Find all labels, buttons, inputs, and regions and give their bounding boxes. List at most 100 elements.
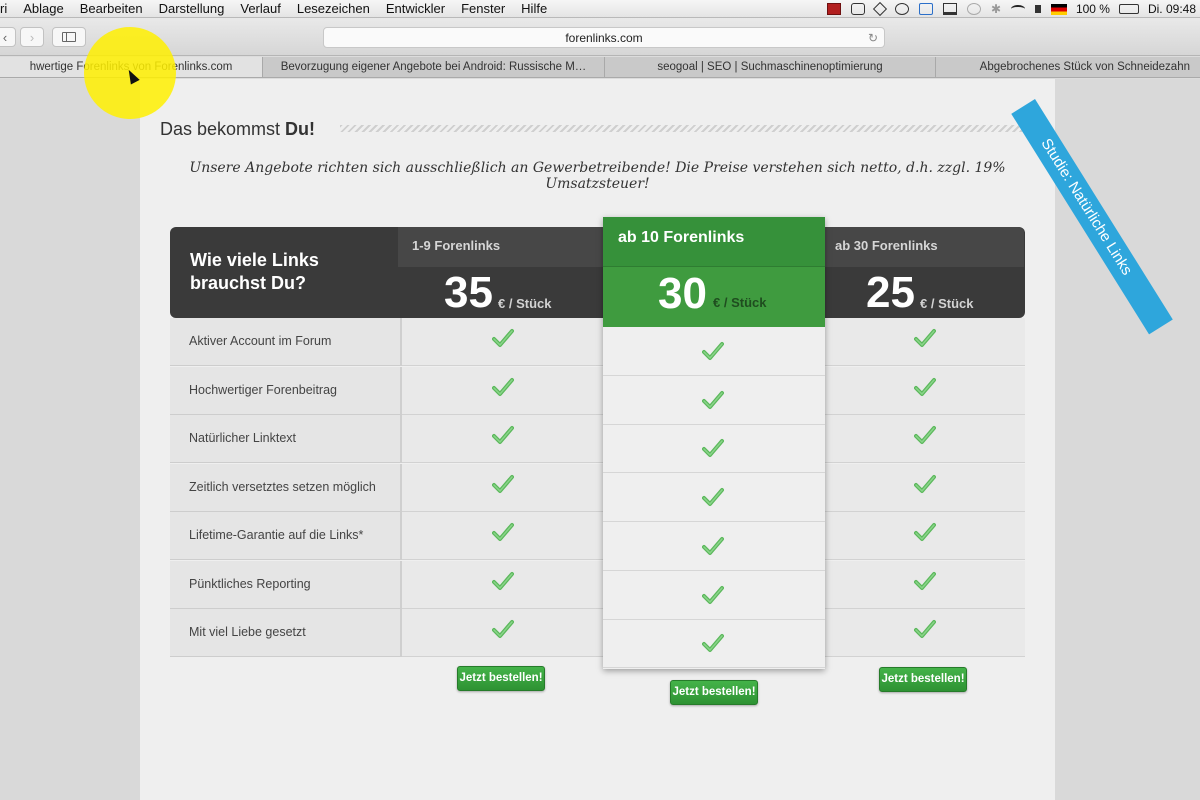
feature-row: Zeitlich versetztes setzen möglich [170, 463, 402, 512]
check-icon [914, 328, 936, 348]
feature-label: Natürlicher Linktext [189, 431, 296, 445]
pricing-question: Wie viele Links brauchst Du? [190, 250, 319, 293]
section-title-prefix: Das bekommst [160, 119, 286, 139]
dropbox-icon[interactable] [872, 1, 888, 17]
feature-row: Hochwertiger Forenbeitrag [170, 366, 402, 415]
feature-row: Natürlicher Linktext [170, 415, 402, 463]
tab-bar: hwertige Forenlinks von Forenlinks.com B… [0, 57, 1200, 78]
chevron-right-icon: › [29, 29, 35, 45]
plan-3-title: ab 30 Forenlinks [835, 238, 938, 253]
tab-android[interactable]: Bevorzugung eigener Angebote bei Android… [263, 57, 605, 77]
feature-label: Zeitlich versetztes setzen möglich [189, 479, 376, 494]
feature-label: Hochwertiger Forenbeitrag [189, 382, 337, 397]
feature-label: Pünktliches Reporting [189, 576, 311, 591]
plan-2-unit: € / Stück [713, 295, 767, 310]
menu-lesezeichen[interactable]: Lesezeichen [289, 0, 378, 18]
plan-2-feature-cell [603, 424, 825, 474]
check-icon [702, 536, 724, 556]
menu-fenster[interactable]: Fenster [453, 0, 513, 18]
check-icon [914, 522, 936, 542]
plan-1-feature-cell [402, 512, 604, 560]
check-icon [914, 619, 936, 639]
plan-2-feature-cell [603, 376, 825, 425]
menu-entwickler[interactable]: Entwickler [378, 0, 453, 18]
menu-verlauf[interactable]: Verlauf [232, 0, 288, 18]
plan-1-unit: € / Stück [498, 296, 552, 311]
plan-1-price: 35 [444, 268, 493, 317]
check-icon [702, 633, 724, 653]
menu-bar: ri Ablage Bearbeiten Darstellung Verlauf… [0, 0, 1200, 18]
check-icon [702, 585, 724, 605]
plan-2-feature-cell [603, 473, 825, 523]
check-icon [702, 390, 724, 410]
reload-icon[interactable]: ↻ [868, 31, 878, 45]
volume-icon[interactable] [1034, 5, 1041, 13]
feature-label: Mit viel Liebe gesetzt [189, 625, 306, 639]
web-page: Das bekommst Du! Unsere Angebote richten… [0, 79, 1200, 800]
sync-icon[interactable] [894, 3, 909, 15]
content-area: Das bekommst Du! Unsere Angebote richten… [140, 79, 1055, 800]
plan-1-feature-cell [402, 560, 604, 609]
menu-app-name[interactable]: ri [0, 0, 15, 18]
address-bar[interactable]: forenlinks.com ↻ [323, 27, 885, 48]
feature-row: Mit viel Liebe gesetzt [170, 609, 402, 657]
plan-2-price: 30 [658, 269, 707, 318]
check-icon [702, 438, 724, 458]
menu-darstellung[interactable]: Darstellung [151, 0, 233, 18]
feature-row: Lifetime-Garantie auf die Links* [170, 512, 402, 560]
check-icon [492, 425, 514, 445]
plan-3-feature-cell [825, 609, 1025, 657]
app-status-icon[interactable] [918, 3, 933, 15]
plan-2-feature-cell [603, 619, 825, 669]
tab-seogoal[interactable]: seogoal | SEO | Suchmaschinenoptimierung [605, 57, 936, 77]
menu-ablage[interactable]: Ablage [15, 0, 71, 18]
check-icon [492, 328, 514, 348]
check-icon [492, 522, 514, 542]
plan-2-feature-cell [603, 571, 825, 620]
menu-items: ri Ablage Bearbeiten Darstellung Verlauf… [0, 0, 555, 18]
order-button-plan-2[interactable]: Jetzt bestellen! [670, 680, 758, 705]
german-flag-icon[interactable] [1050, 3, 1067, 15]
order-button-plan-1[interactable]: Jetzt bestellen! [457, 666, 545, 691]
plan-1-feature-cell [402, 415, 604, 463]
airplay-icon[interactable] [942, 3, 957, 15]
wifi-icon[interactable] [1010, 5, 1025, 13]
check-icon [702, 341, 724, 361]
plan-1-feature-cell [402, 318, 604, 366]
check-icon [492, 619, 514, 639]
menu-hilfe[interactable]: Hilfe [513, 0, 555, 18]
title-divider [340, 125, 1045, 132]
time-machine-icon[interactable] [966, 3, 981, 15]
vat-notice: Unsere Angebote richten sich ausschließl… [189, 160, 1006, 192]
check-icon [492, 474, 514, 494]
back-button[interactable]: ‹ [0, 27, 16, 47]
menubar-clock[interactable]: Di. 09:48 [1148, 2, 1196, 16]
check-icon [914, 474, 936, 494]
plan-3-feature-cell [825, 512, 1025, 560]
plan-3-feature-cell [825, 463, 1025, 512]
plan-1-feature-cell [402, 366, 604, 415]
notes-icon[interactable] [850, 3, 865, 15]
feature-row: Pünktliches Reporting [170, 560, 402, 609]
bluetooth-icon[interactable]: ✱ [991, 0, 1001, 18]
tab-schneidezahn[interactable]: Abgebrochenes Stück von Schneidezahn [936, 57, 1200, 77]
feature-label: Lifetime-Garantie auf die Links* [189, 528, 364, 542]
battery-icon[interactable] [1118, 4, 1139, 14]
chevron-left-icon: ‹ [2, 29, 8, 45]
plan-2-title: ab 10 Forenlinks [618, 229, 745, 246]
sidebar-button[interactable] [52, 27, 86, 47]
record-icon[interactable] [826, 3, 841, 15]
section-title-bold: Du! [285, 119, 316, 139]
status-area: ✱ 100 % Di. 09:48 [822, 0, 1200, 18]
menu-bearbeiten[interactable]: Bearbeiten [72, 0, 151, 18]
check-icon [914, 377, 936, 397]
plan-3-unit: € / Stück [920, 296, 974, 311]
plan-3-feature-cell [825, 366, 1025, 415]
check-icon [702, 487, 724, 507]
order-button-plan-3[interactable]: Jetzt bestellen! [879, 667, 967, 692]
forward-button[interactable]: › [20, 27, 44, 47]
plan-3-feature-cell [825, 560, 1025, 609]
plan-3-feature-cell [825, 318, 1025, 366]
sidebar-icon [62, 32, 76, 42]
check-icon [914, 425, 936, 445]
